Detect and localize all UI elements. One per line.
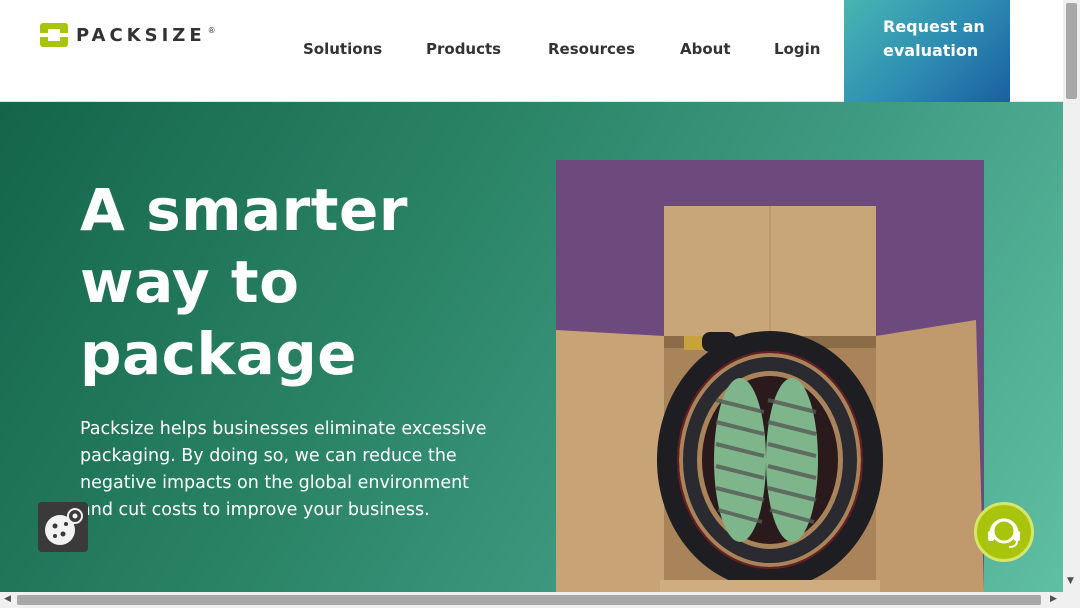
- nav-item-resources[interactable]: Resources: [548, 40, 680, 58]
- box-illustration: [556, 206, 984, 592]
- vertical-scrollbar[interactable]: ▼: [1063, 0, 1080, 592]
- nav-item-products[interactable]: Products: [426, 40, 548, 58]
- box-with-hose-image: [556, 160, 984, 592]
- request-evaluation-label: Request an evaluation: [883, 17, 985, 60]
- chat-headset-icon: [988, 518, 1020, 548]
- scroll-down-arrow-icon[interactable]: ▼: [1067, 576, 1074, 586]
- nav-item-login[interactable]: Login: [774, 40, 820, 58]
- hero-description: Packsize helps businesses eliminate exce…: [80, 419, 487, 520]
- cookie-settings-icon: [45, 508, 83, 545]
- hero-section: A smarter way to package Packsize helps …: [0, 102, 1063, 592]
- horizontal-scrollbar-thumb[interactable]: [17, 595, 1041, 605]
- scroll-left-arrow-icon[interactable]: ◀: [4, 594, 11, 604]
- packsize-logo-icon: [40, 23, 68, 47]
- nav-item-solutions[interactable]: Solutions: [303, 40, 426, 58]
- main-nav: Solutions Products Resources About Login: [303, 40, 820, 58]
- hero-title: A smarter way to package: [80, 176, 408, 388]
- brand-trademark: ®: [207, 25, 216, 35]
- brand-name: PACKSIZE: [76, 24, 206, 46]
- chat-button[interactable]: [974, 502, 1034, 562]
- vertical-scrollbar-thumb[interactable]: [1066, 3, 1077, 99]
- packsize-logo[interactable]: PACKSIZE ®: [40, 23, 216, 47]
- nav-item-about[interactable]: About: [680, 40, 774, 58]
- request-evaluation-button[interactable]: Request an evaluation: [844, 0, 1010, 102]
- cookie-settings-button[interactable]: [38, 502, 88, 552]
- scroll-right-arrow-icon[interactable]: ▶: [1050, 594, 1057, 604]
- horizontal-scrollbar[interactable]: ◀ ▶: [0, 592, 1080, 608]
- site-header: PACKSIZE ® Solutions Products Resources …: [0, 0, 1063, 102]
